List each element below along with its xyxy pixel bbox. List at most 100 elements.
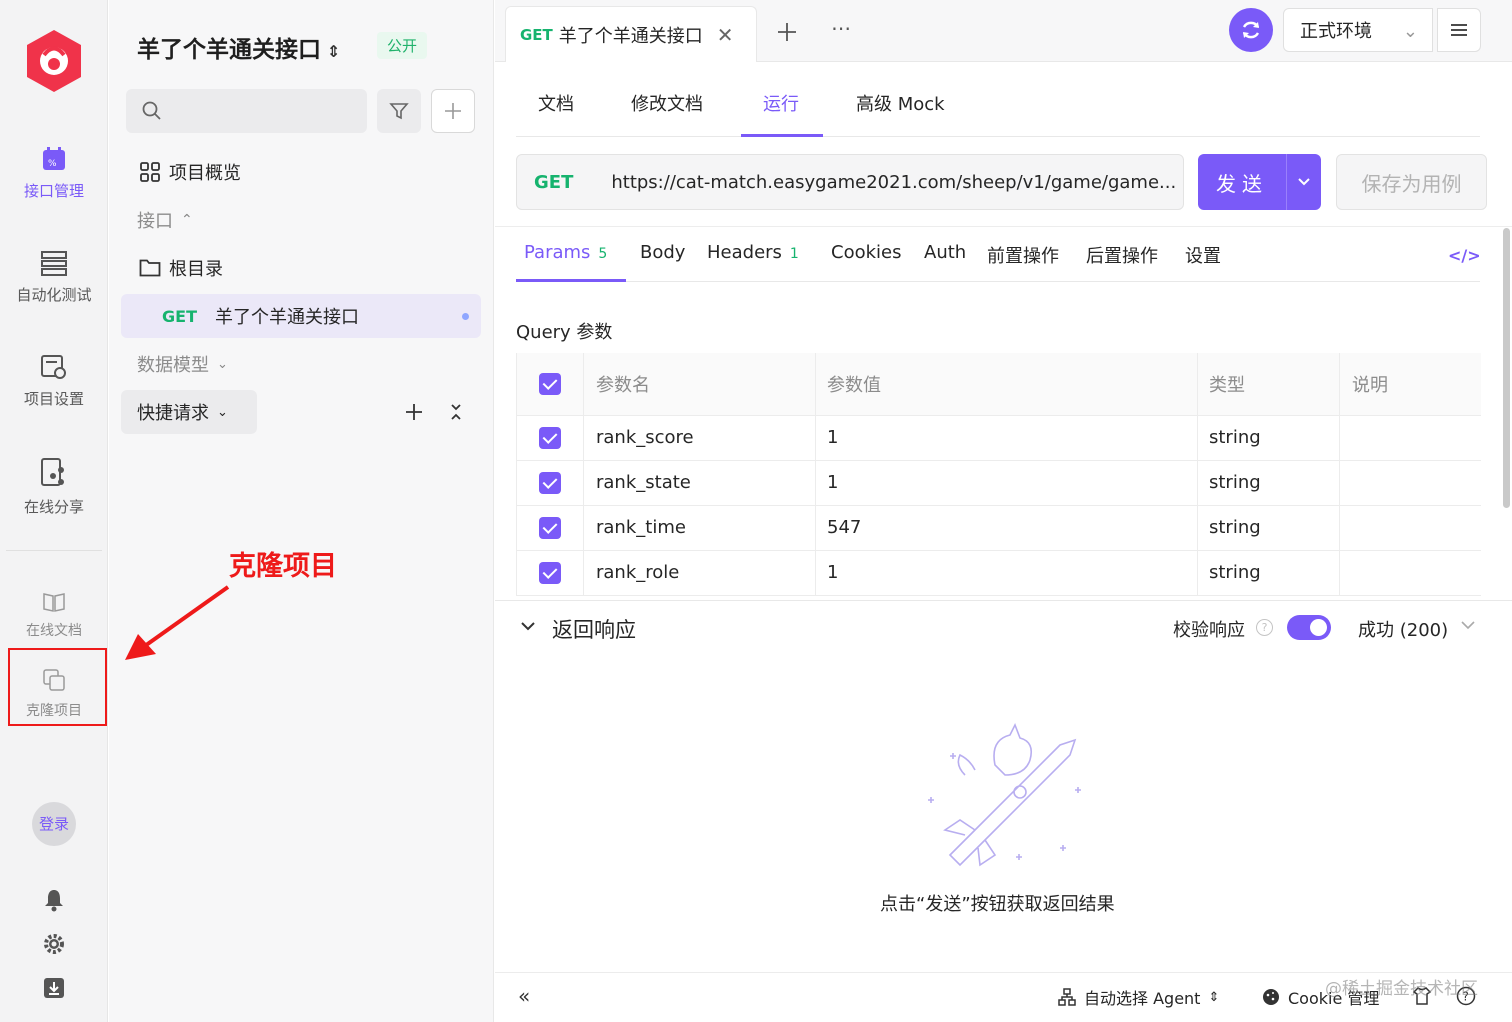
chevron-down-icon: ⌄ (217, 404, 228, 420)
rail-item-share[interactable]: 在线分享 (0, 458, 108, 548)
tree-item-api-endpoint[interactable]: GET 羊了个羊通关接口 (121, 294, 481, 338)
param-value[interactable]: 1 (815, 415, 1198, 461)
row-checkbox[interactable] (539, 426, 561, 449)
tree-item-overview[interactable]: 项目概览 (121, 150, 481, 194)
menu-button[interactable] (1437, 8, 1481, 52)
rail-item-settings[interactable]: 项目设置 (0, 354, 108, 444)
rail-item-api[interactable]: % 接口管理 (0, 146, 108, 236)
chevron-down-icon: ⌄ (1402, 21, 1418, 42)
table-row: rank_state 1 string (516, 460, 1481, 506)
tab-settings[interactable]: 设置 (1185, 242, 1221, 268)
project-name: 羊了个羊通关接口 (137, 37, 321, 63)
request-url-bar[interactable]: GET https://cat-match.easygame2021.com/s… (516, 154, 1184, 210)
table-row: rank_role 1 string (516, 550, 1481, 596)
plus-icon[interactable] (405, 403, 423, 421)
param-name[interactable]: rank_role (583, 550, 816, 596)
tab-auth[interactable]: Auth (924, 242, 966, 263)
tree-panel: 羊了个羊通关接口 ⇕ 公开 项目概览 接口 ⌃ 根目录 GET 羊了个羊通关接口 … (109, 0, 494, 1022)
help-icon[interactable]: ? (1256, 619, 1273, 636)
project-switcher[interactable]: 羊了个羊通关接口 ⇕ (137, 30, 340, 64)
tab-pre-script[interactable]: 前置操作 (987, 242, 1059, 268)
chevron-down-icon: ⌄ (217, 356, 228, 372)
public-badge: 公开 (377, 32, 428, 59)
param-desc[interactable] (1339, 415, 1481, 461)
param-desc[interactable] (1339, 460, 1481, 506)
tab-docs[interactable]: 文档 (538, 90, 574, 116)
send-button[interactable]: 发送 (1198, 168, 1286, 197)
section-api-label: 接口 (137, 211, 173, 232)
app-logo[interactable] (24, 28, 84, 94)
chevron-down-icon[interactable] (1461, 620, 1475, 630)
scrollbar[interactable] (1503, 228, 1510, 508)
tab-advanced-mock[interactable]: 高级 Mock (856, 90, 945, 116)
tree-section-api[interactable]: 接口 ⌃ (121, 198, 481, 242)
tab-edit-docs[interactable]: 修改文档 (631, 90, 703, 116)
tab-body[interactable]: Body (640, 242, 685, 263)
grid-icon (140, 162, 160, 182)
annotation-label: 克隆项目 (229, 551, 337, 582)
response-status-select[interactable]: 成功 (200) (1358, 616, 1448, 642)
param-value[interactable]: 547 (815, 505, 1198, 551)
search-input[interactable] (170, 97, 355, 125)
filter-icon (389, 103, 409, 120)
close-icon[interactable]: ✕ (717, 23, 734, 47)
collapse-all-icon[interactable] (449, 403, 463, 421)
bell-icon[interactable] (42, 888, 66, 912)
select-all-checkbox[interactable] (539, 372, 561, 395)
row-checkbox[interactable] (539, 561, 561, 584)
root-folder-label: 根目录 (169, 259, 223, 280)
verify-response-toggle[interactable] (1287, 615, 1331, 640)
code-icon[interactable]: </> (1448, 246, 1481, 265)
request-tab[interactable]: GET 羊了个羊通关接口 ✕ (505, 6, 757, 62)
tab-headers-label: Headers (707, 242, 782, 263)
login-avatar[interactable]: 登录 (32, 802, 76, 846)
param-type[interactable]: string (1197, 460, 1340, 506)
request-tab-method: GET (520, 25, 553, 44)
col-header-value: 参数值 (815, 353, 1198, 416)
hamburger-icon (1451, 24, 1467, 36)
sync-button[interactable] (1229, 8, 1273, 52)
tab-params[interactable]: Params 5 (524, 242, 607, 263)
left-rail: % 接口管理 自动化测试 项目设置 在线分享 在线文档 克隆项目 登录 (0, 0, 108, 1022)
param-value[interactable]: 1 (815, 550, 1198, 596)
tree-section-data-model[interactable]: 数据模型 ⌄ (121, 342, 481, 386)
tab-post-script[interactable]: 后置操作 (1086, 242, 1158, 268)
add-button[interactable] (431, 89, 475, 133)
response-title[interactable]: 返回响应 (552, 614, 636, 644)
param-type[interactable]: string (1197, 415, 1340, 461)
tab-headers[interactable]: Headers 1 (707, 242, 799, 263)
request-url[interactable]: https://cat-match.easygame2021.com/sheep… (611, 172, 1176, 193)
tab-run[interactable]: 运行 (763, 90, 799, 116)
agent-label: 自动选择 Agent (1084, 989, 1201, 1008)
rail-item-online-docs[interactable]: 在线文档 (0, 592, 108, 640)
environment-select[interactable]: 正式环境 ⌄ (1283, 8, 1433, 52)
quick-request-toggle[interactable]: 快捷请求 ⌄ (121, 390, 257, 434)
agent-select[interactable]: 自动选择 Agent ⇕ (1058, 985, 1219, 1009)
chevron-down-icon[interactable] (520, 618, 536, 634)
row-checkbox[interactable] (539, 471, 561, 494)
request-method[interactable]: GET (534, 172, 573, 193)
search-box[interactable] (126, 89, 367, 133)
new-tab-plus-icon[interactable] (777, 22, 797, 42)
param-value[interactable]: 1 (815, 460, 1198, 506)
param-type[interactable]: string (1197, 550, 1340, 596)
param-desc[interactable] (1339, 550, 1481, 596)
param-name[interactable]: rank_state (583, 460, 816, 506)
chevron-up-icon: ⌃ (181, 212, 193, 228)
more-icon[interactable]: ⋯ (831, 16, 851, 40)
param-type[interactable]: string (1197, 505, 1340, 551)
tree-item-root-folder[interactable]: 根目录 (121, 246, 481, 290)
param-name[interactable]: rank_score (583, 415, 816, 461)
save-as-case-button[interactable]: 保存为用例 (1336, 154, 1487, 210)
tab-cookies[interactable]: Cookies (831, 242, 901, 263)
collapse-sidebar-icon[interactable]: « (518, 984, 530, 1008)
unsaved-dot (462, 313, 469, 320)
param-desc[interactable] (1339, 505, 1481, 551)
filter-button[interactable] (377, 89, 421, 133)
gear-icon[interactable] (42, 932, 66, 956)
send-dropdown[interactable] (1286, 154, 1321, 210)
row-checkbox[interactable] (539, 516, 561, 539)
rail-item-automation[interactable]: 自动化测试 (0, 250, 108, 340)
param-name[interactable]: rank_time (583, 505, 816, 551)
download-icon[interactable] (42, 976, 66, 1000)
